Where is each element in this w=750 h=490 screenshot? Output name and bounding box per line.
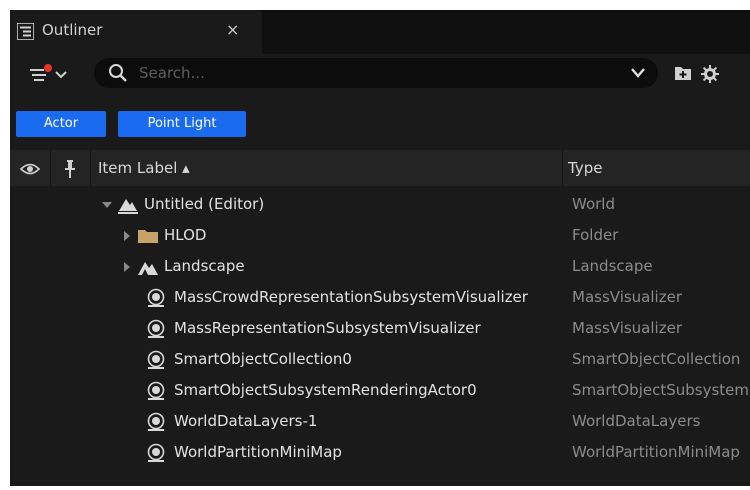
- tree-row-world[interactable]: Untitled (Editor) World: [10, 190, 750, 221]
- actor-icon: [147, 443, 165, 462]
- pin-icon[interactable]: [64, 160, 76, 178]
- column-header: Item Label ▴ Type: [10, 150, 750, 186]
- row-label: SmartObjectCollection0: [174, 350, 352, 368]
- row-label: Untitled (Editor): [144, 195, 265, 213]
- row-label: WorldDataLayers-1: [174, 412, 318, 430]
- filter-chips: Actor Point Light: [10, 98, 750, 148]
- row-type: MassVisualizer: [572, 319, 682, 337]
- collapsed-arrow-icon[interactable]: [122, 262, 132, 272]
- eye-icon[interactable]: [20, 162, 40, 176]
- tree-row-actor[interactable]: MassCrowdRepresentationSubsystemVisualiz…: [10, 283, 750, 314]
- chip-actor[interactable]: Actor: [16, 111, 106, 137]
- search-box[interactable]: Search...: [94, 58, 658, 88]
- tree-row-actor[interactable]: SmartObjectSubsystemRenderingActor0 Smar…: [10, 376, 750, 407]
- row-label: HLOD: [164, 226, 207, 244]
- row-type: SmartObjectSubsystemRenderingActor: [572, 381, 750, 399]
- search-input[interactable]: Search...: [139, 64, 205, 82]
- column-type[interactable]: Type: [568, 159, 602, 177]
- header-divider[interactable]: [562, 150, 563, 186]
- header-divider: [90, 150, 91, 186]
- header-divider: [50, 150, 51, 186]
- actor-icon: [147, 319, 165, 338]
- row-label: Landscape: [164, 257, 245, 275]
- row-type: MassVisualizer: [572, 288, 682, 306]
- outliner-icon: [17, 23, 34, 40]
- tab-outliner[interactable]: Outliner ×: [10, 10, 262, 54]
- tree-row-landscape[interactable]: Landscape Landscape: [10, 252, 750, 283]
- tree-row-actor[interactable]: WorldDataLayers-1 WorldDataLayers: [10, 407, 750, 438]
- collapsed-arrow-icon[interactable]: [122, 231, 132, 241]
- search-icon: [109, 64, 127, 82]
- row-type: SmartObjectCollection: [572, 350, 741, 368]
- row-label: MassRepresentationSubsystemVisualizer: [174, 319, 481, 337]
- actor-icon: [147, 350, 165, 369]
- tab-title: Outliner: [42, 21, 103, 39]
- outliner-panel: Outliner × Search... Actor Point Light I…: [10, 10, 750, 486]
- actor-icon: [147, 381, 165, 400]
- folder-icon: [138, 230, 158, 243]
- tree-row-actor[interactable]: SmartObjectCollection0 SmartObjectCollec…: [10, 345, 750, 376]
- tab-strip: Outliner ×: [10, 10, 750, 54]
- tree-row-actor[interactable]: WorldPartitionMiniMap WorldPartitionMini…: [10, 438, 750, 469]
- landscape-icon: [138, 262, 158, 275]
- row-label: WorldPartitionMiniMap: [174, 443, 342, 461]
- row-label: MassCrowdRepresentationSubsystemVisualiz…: [174, 288, 528, 306]
- actor-icon: [147, 412, 165, 431]
- actor-icon: [147, 288, 165, 307]
- row-type: WorldPartitionMiniMap: [572, 443, 740, 461]
- outliner-tree: Untitled (Editor) World HLOD Folder Land…: [10, 186, 750, 486]
- row-type: Landscape: [572, 257, 653, 275]
- row-label: SmartObjectSubsystemRenderingActor0: [174, 381, 477, 399]
- column-item-label[interactable]: Item Label ▴: [98, 159, 190, 177]
- add-folder-icon[interactable]: [674, 65, 692, 81]
- world-icon: [118, 199, 138, 214]
- tree-row-actor[interactable]: MassRepresentationSubsystemVisualizer Ma…: [10, 314, 750, 345]
- gear-icon[interactable]: [700, 64, 720, 84]
- chevron-down-icon[interactable]: [630, 66, 646, 80]
- row-type: WorldDataLayers: [572, 412, 701, 430]
- row-type: World: [572, 195, 615, 213]
- expanded-arrow-icon[interactable]: [102, 200, 112, 210]
- close-icon[interactable]: ×: [226, 20, 239, 39]
- filter-icon[interactable]: [26, 60, 78, 88]
- chip-point-light[interactable]: Point Light: [118, 111, 246, 137]
- toolbar: Search...: [10, 54, 750, 98]
- row-type: Folder: [572, 226, 619, 244]
- tree-row-folder[interactable]: HLOD Folder: [10, 221, 750, 252]
